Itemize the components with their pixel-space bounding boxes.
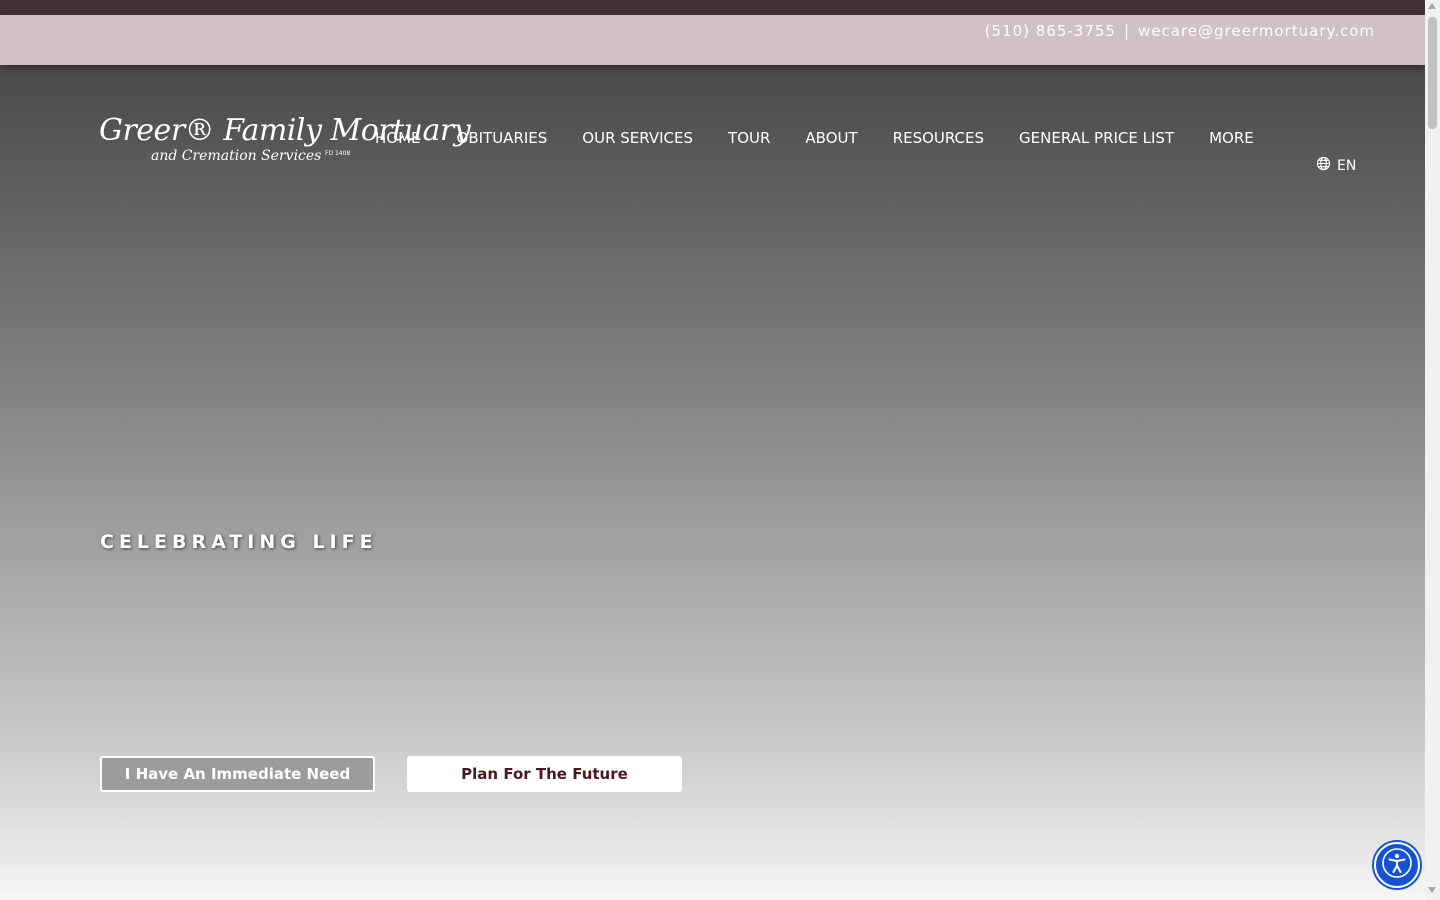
plan-future-button[interactable]: Plan For The Future bbox=[407, 756, 682, 792]
accessibility-button[interactable] bbox=[1374, 842, 1420, 888]
nav-more[interactable]: MORE bbox=[1209, 129, 1254, 149]
logo-line-2: and Cremation Services bbox=[151, 148, 322, 164]
hero-section: Greer® Family Mortuary and Cremation Ser… bbox=[0, 65, 1425, 900]
contact-bar: (510) 865-3755 | wecare@greermortuary.com bbox=[0, 15, 1425, 65]
immediate-need-button[interactable]: I Have An Immediate Need bbox=[100, 756, 375, 792]
nav-our-services[interactable]: OUR SERVICES bbox=[582, 129, 693, 149]
scroll-down-arrow-icon[interactable] bbox=[1428, 887, 1436, 893]
main-nav: HOME OBITUARIES OUR SERVICES TOUR ABOUT … bbox=[375, 129, 1254, 149]
language-label: EN bbox=[1337, 157, 1357, 174]
logo-fd-number: FD 1408 bbox=[325, 150, 351, 157]
hero-title: CELEBRATING LIFE bbox=[100, 531, 378, 553]
language-selector[interactable]: EN bbox=[1316, 156, 1356, 175]
phone-link[interactable]: (510) 865-3755 bbox=[985, 22, 1116, 40]
page-scrollbar[interactable] bbox=[1425, 0, 1440, 900]
top-strip bbox=[0, 0, 1425, 15]
nav-about[interactable]: ABOUT bbox=[805, 129, 857, 149]
nav-resources[interactable]: RESOURCES bbox=[893, 129, 984, 149]
nav-general-price-list[interactable]: GENERAL PRICE LIST bbox=[1019, 129, 1174, 149]
globe-icon bbox=[1316, 156, 1331, 175]
scroll-thumb[interactable] bbox=[1428, 17, 1437, 129]
nav-home[interactable]: HOME bbox=[375, 129, 421, 149]
nav-tour[interactable]: TOUR bbox=[728, 129, 770, 149]
nav-obituaries[interactable]: OBITUARIES bbox=[457, 129, 548, 149]
email-link[interactable]: wecare@greermortuary.com bbox=[1138, 22, 1375, 40]
site-logo[interactable]: Greer® Family Mortuary and Cremation Ser… bbox=[99, 113, 471, 169]
contact-info: (510) 865-3755 | wecare@greermortuary.com bbox=[985, 22, 1375, 40]
contact-separator: | bbox=[1123, 22, 1131, 40]
scroll-up-arrow-icon[interactable] bbox=[1428, 3, 1436, 9]
accessibility-icon bbox=[1380, 846, 1414, 884]
